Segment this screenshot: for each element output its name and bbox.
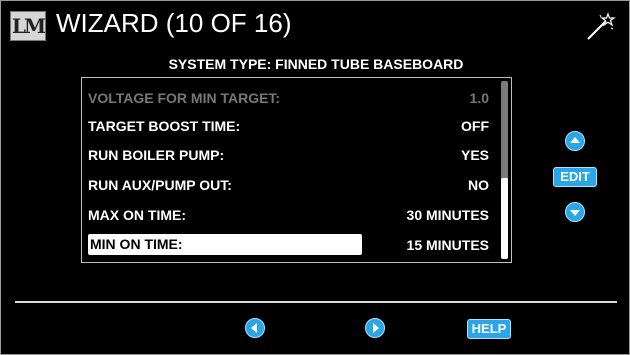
chevron-down-icon	[570, 210, 580, 216]
brand-logo: LM	[10, 11, 46, 41]
list-item-value: OFF	[461, 118, 489, 134]
page-title: WIZARD (10 OF 16)	[56, 8, 292, 38]
wizard-screen: LM WIZARD (10 OF 16) SYSTEM TYPE: FINNED…	[0, 0, 630, 355]
help-button[interactable]: HELP	[467, 319, 511, 339]
chevron-up-icon	[570, 137, 580, 143]
list-item-label: RUN BOILER PUMP:	[88, 147, 225, 163]
list-item[interactable]: RUN AUX/PUMP OUT: NO	[86, 173, 489, 197]
scroll-up-button[interactable]	[565, 131, 585, 151]
list-item-label: MIN ON TIME:	[88, 234, 362, 255]
chevron-left-icon	[251, 323, 257, 333]
list-item-label: RUN AUX/PUMP OUT:	[88, 177, 232, 193]
list-item-value: YES	[460, 147, 489, 163]
magic-wand-icon[interactable]	[584, 11, 616, 43]
list-item-label: TARGET BOOST TIME:	[88, 118, 241, 134]
list-item-value: NO	[468, 177, 489, 193]
list-item-label: VOLTAGE FOR MIN TARGET:	[88, 90, 281, 106]
chevron-right-icon	[373, 323, 379, 333]
list-item: VOLTAGE FOR MIN TARGET: 1.0	[86, 86, 489, 110]
list-item-value: 15 MINUTES	[406, 237, 489, 253]
system-type-subtitle: SYSTEM TYPE: FINNED TUBE BASEBOARD	[168, 56, 464, 72]
brand-logo-text: LM	[11, 14, 46, 38]
list-item[interactable]: RUN BOILER PUMP: YES	[86, 143, 489, 167]
footer-divider	[15, 301, 617, 303]
next-button[interactable]	[365, 318, 385, 338]
list-item[interactable]: MAX ON TIME: 30 MINUTES	[86, 203, 489, 227]
list-item-value: 1.0	[469, 90, 489, 106]
back-button[interactable]	[245, 318, 265, 338]
list-item[interactable]: TARGET BOOST TIME: OFF	[86, 114, 489, 138]
settings-list[interactable]: VOLTAGE FOR MIN TARGET: 1.0 TARGET BOOST…	[81, 77, 512, 263]
list-item-value: 30 MINUTES	[406, 207, 489, 223]
edit-button[interactable]: EDIT	[553, 167, 597, 187]
scrollbar-thumb[interactable]	[501, 178, 508, 259]
list-item-label: MAX ON TIME:	[88, 207, 186, 223]
list-item-selected[interactable]: MIN ON TIME: 15 MINUTES	[86, 233, 489, 257]
scroll-down-button[interactable]	[565, 202, 585, 222]
